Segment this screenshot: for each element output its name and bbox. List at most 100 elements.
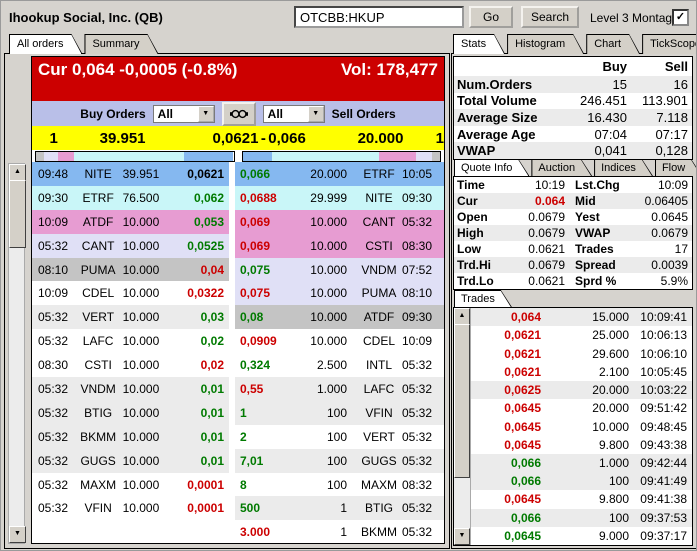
tab-flow-label: Flow: [656, 160, 697, 176]
tab-trades[interactable]: Trades: [454, 290, 512, 307]
stats-row-average-size: Average Size 16.430 7.118: [454, 109, 692, 126]
trade-time: 09:37:53: [640, 510, 687, 525]
trade-size: 9.000: [598, 528, 629, 543]
buy-order-row[interactable]: [32, 520, 229, 543]
sell-order-row[interactable]: 7,01 100 GUGS 05:32: [235, 448, 444, 473]
buy-filter-value: All: [157, 106, 173, 121]
order-time: 05:32: [38, 453, 69, 468]
right-tabstrip: Stats Histogram Chart TickScope: [453, 34, 697, 54]
trades-scrollbar-thumb[interactable]: [454, 324, 470, 478]
buy-order-row[interactable]: 08:30 CSTI 10.000 0,02: [32, 353, 229, 378]
tab-quote-info[interactable]: Quote Info: [454, 159, 529, 176]
quote-label: Trd.Hi: [457, 258, 492, 272]
sell-order-row[interactable]: 8 100 MAXM 08:32: [235, 472, 444, 497]
stats-sell-value: 0,128: [655, 143, 688, 159]
sell-order-row[interactable]: 2 100 VERT 05:32: [235, 424, 444, 449]
order-size: 10.000: [310, 310, 347, 325]
sell-order-row[interactable]: 0,075 10.000 PUMA 08:10: [235, 281, 444, 306]
chevron-down-icon[interactable]: ▼: [197, 105, 214, 122]
level3-montage-checkbox[interactable]: ✓: [672, 9, 689, 26]
buy-order-row[interactable]: 05:32 GUGS 10.000 0,01: [32, 448, 229, 473]
sell-order-row[interactable]: 0,08 10.000 ATDF 09:30: [235, 305, 444, 330]
bid-price: 0,0001: [187, 501, 224, 516]
depth-distribution: [32, 150, 444, 162]
sell-order-row[interactable]: 0,0909 10.000 CDEL 10:09: [235, 329, 444, 354]
trade-size: 10.000: [592, 419, 629, 434]
go-button[interactable]: Go: [469, 6, 513, 28]
sell-filter-select[interactable]: All ▼: [262, 104, 325, 123]
buy-order-row[interactable]: 09:48 NITE 39.951 0,0621: [32, 162, 229, 186]
tab-flow[interactable]: Flow: [655, 159, 697, 176]
tab-stats-label: Stats: [454, 35, 504, 54]
stats-sell-value: 16: [673, 76, 688, 92]
stats-sell-header: Sell: [664, 59, 688, 74]
buy-filter-select[interactable]: All ▼: [152, 104, 215, 123]
buy-order-row[interactable]: 08:10 PUMA 10.000 0,04: [32, 257, 229, 282]
sell-order-column: 0,066 20.000 ETRF 10:05 0,0688 29.999 NITE 09:3…: [235, 162, 444, 543]
quote-row-open: Open 0.0679 Yest 0.0645: [454, 209, 692, 225]
bid-total-size: 39.951: [99, 129, 146, 147]
buy-order-row[interactable]: 05:32 MAXM 10.000 0,0001: [32, 472, 229, 497]
book-scrollbar-thumb[interactable]: [9, 180, 26, 248]
bid-price: 0,01: [200, 429, 224, 444]
buy-order-row[interactable]: 09:30 ETRF 76.500 0,062: [32, 185, 229, 210]
order-size: 39.951: [122, 166, 160, 181]
trade-price: 0,0645: [504, 437, 541, 452]
scroll-up-icon[interactable]: ▲: [9, 164, 26, 181]
sell-order-row[interactable]: 0,069 10.000 CANT 05:32: [235, 209, 444, 234]
sell-order-row[interactable]: 0,55 1.000 LAFC 05:32: [235, 377, 444, 401]
order-time: 05:32: [402, 358, 433, 373]
sell-order-row[interactable]: 0,066 20.000 ETRF 10:05: [235, 162, 444, 186]
stats-row-num-orders: Num.Orders 15 16: [454, 76, 692, 93]
scroll-down-icon[interactable]: ▼: [454, 528, 470, 545]
market-maker-id: VFIN: [365, 405, 393, 420]
order-size: 10.000: [122, 501, 160, 516]
tab-histogram[interactable]: Histogram: [507, 34, 584, 54]
trade-price: 0,0621: [504, 346, 541, 361]
order-size: 10.000: [122, 214, 160, 229]
stats-label: Average Age: [457, 126, 536, 142]
ask-price: 0,08: [240, 310, 264, 325]
tab-auction[interactable]: Auction: [531, 159, 592, 176]
scroll-down-icon[interactable]: ▼: [9, 526, 26, 543]
sell-order-row[interactable]: 500 1 BTIG 05:32: [235, 496, 444, 521]
buy-order-row[interactable]: 05:32 VNDM 10.000 0,01: [32, 377, 229, 401]
quote-label: Low: [457, 242, 481, 256]
ask-price: 0,075: [240, 286, 271, 301]
scroll-up-icon[interactable]: ▲: [454, 308, 470, 325]
chevron-down-icon[interactable]: ▼: [307, 105, 324, 122]
sell-order-row[interactable]: 0,075 10.000 VNDM 07:52: [235, 257, 444, 282]
symbol-input[interactable]: [294, 6, 464, 28]
buy-order-row[interactable]: 05:32 CANT 10.000 0,0525: [32, 233, 229, 258]
tab-chart[interactable]: Chart: [586, 34, 640, 54]
tab-indices[interactable]: Indices: [594, 159, 653, 176]
tab-stats[interactable]: Stats: [453, 34, 505, 54]
book-scrollbar[interactable]: ▲ ▼: [8, 163, 26, 544]
ask-price: 500: [240, 501, 261, 516]
sell-order-row[interactable]: 3.000 1 BKMM 05:32: [235, 520, 444, 543]
tab-summary[interactable]: Summary: [84, 34, 158, 54]
bid-ask-separator: -: [260, 129, 266, 147]
trades-scrollbar[interactable]: ▲ ▼: [454, 308, 471, 545]
sell-order-row[interactable]: 1 100 VFIN 05:32: [235, 400, 444, 425]
sell-order-row[interactable]: 0,0688 29.999 NITE 09:30: [235, 185, 444, 210]
quote-row-low: Low 0.0621 Trades 17: [454, 241, 692, 257]
buy-order-row[interactable]: 10:09 ATDF 10.000 0,053: [32, 209, 229, 234]
sell-order-row[interactable]: 0,069 10.000 CSTI 08:30: [235, 233, 444, 258]
link-filters-button[interactable]: [221, 101, 256, 126]
buy-order-row[interactable]: 10:09 CDEL 10.000 0,0322: [32, 281, 229, 306]
tab-all-orders[interactable]: All orders: [9, 34, 82, 54]
buy-order-row[interactable]: 05:32 BKMM 10.000 0,01: [32, 424, 229, 449]
buy-order-row[interactable]: 05:32 BTIG 10.000 0,01: [32, 400, 229, 425]
trades-list: 0,064 15.000 10:09:41 0,0621 25.000 10:06:13 0…: [471, 308, 692, 546]
search-button[interactable]: Search: [521, 6, 579, 28]
quote-row-trd-lo: Trd.Lo 0.0621 Sprd % 5.9%: [454, 273, 692, 289]
market-maker-id: PUMA: [361, 286, 397, 301]
buy-order-row[interactable]: 05:32 VERT 10.000 0,03: [32, 305, 229, 330]
buy-order-row[interactable]: 05:32 LAFC 10.000 0,02: [32, 329, 229, 354]
order-size: 10.000: [310, 334, 347, 349]
tab-tickscope[interactable]: TickScope: [642, 34, 697, 54]
quote-label: Cur: [457, 194, 478, 208]
sell-order-row[interactable]: 0,324 2.500 INTL 05:32: [235, 353, 444, 378]
buy-order-row[interactable]: 05:32 VFIN 10.000 0,0001: [32, 496, 229, 521]
